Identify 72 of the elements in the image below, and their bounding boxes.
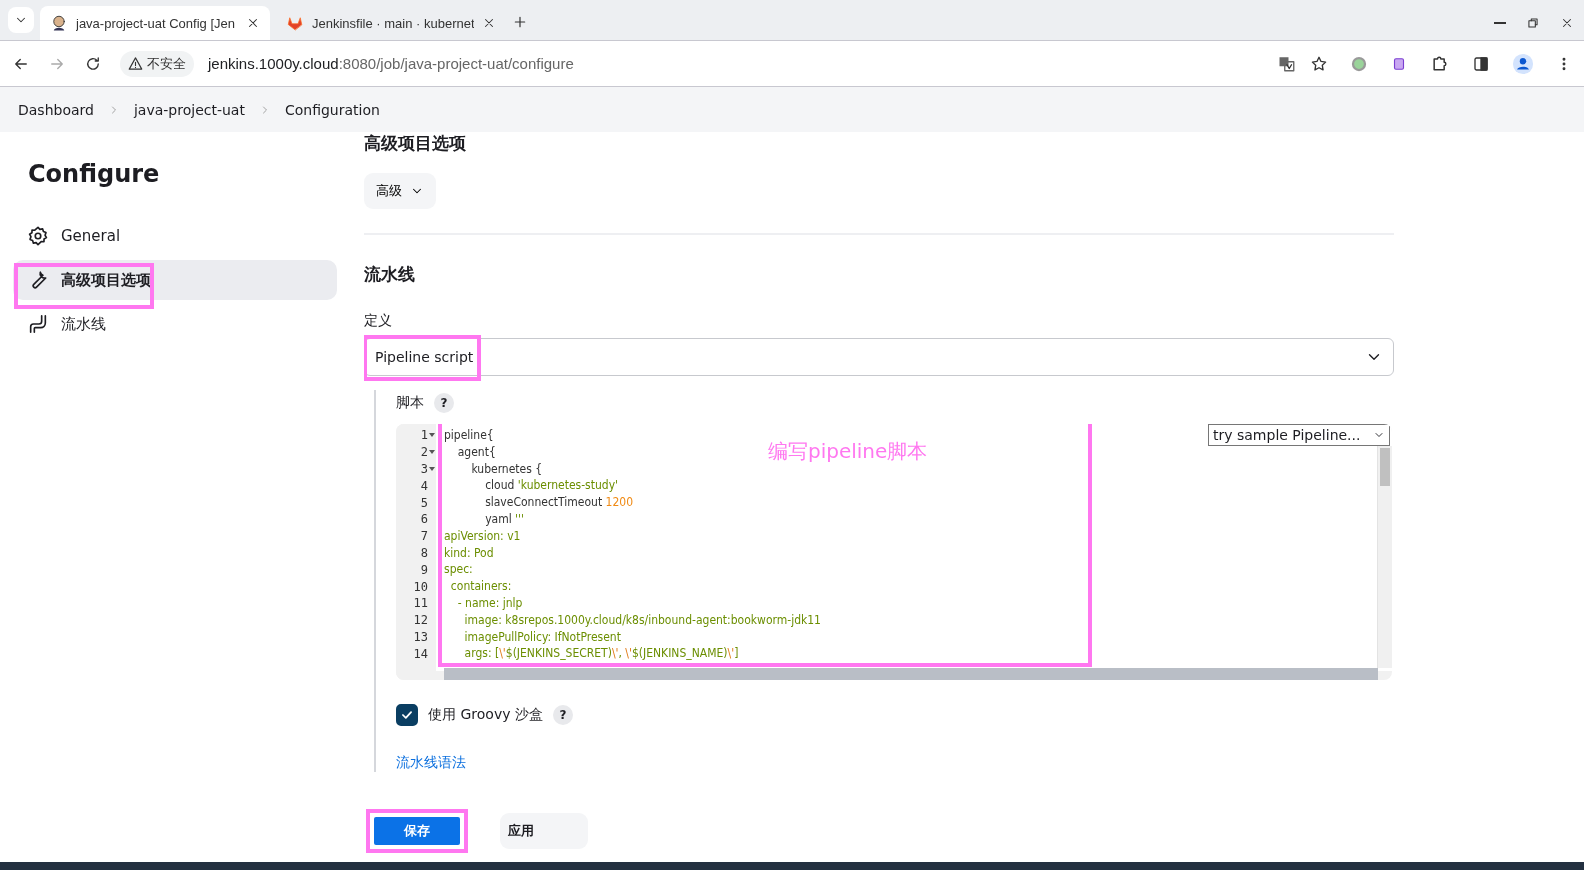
line-number: 2 [420,445,428,460]
close-icon [482,16,496,30]
close-icon [246,16,260,30]
code-line: imagePullPolicy: IfNotPresent [463,628,621,646]
browser-tab[interactable]: Jenkinsfile · main · kubernet [276,6,506,40]
line-number: 5 [420,495,428,510]
close-icon [1560,16,1574,30]
code-line: apiVersion: v1 [444,527,521,545]
side-panel-icon [1472,54,1490,73]
pipe-icon [27,313,49,335]
star-icon [1310,54,1328,73]
annotation-text: 编写pipeline脚本 [768,438,928,465]
translate-icon [1278,54,1296,73]
field-label: 定义 [364,312,393,330]
page-title: Configure [28,160,161,188]
apply-button[interactable]: 应用 [500,813,588,849]
save-button[interactable]: 保存 [374,817,460,845]
line-number: 7 [420,529,428,544]
scrollbar[interactable] [444,668,1378,680]
code-line: kubernetes { [470,460,543,478]
checkbox[interactable] [396,704,418,726]
profile-icon [1512,52,1534,75]
help-button[interactable]: ? [434,393,454,413]
line-number: 8 [420,545,428,560]
code-line: cloud 'kubernetes-study' [484,477,619,495]
check-icon [400,708,414,722]
new-tab-icon [512,14,528,30]
line-number: 3 [420,462,428,476]
line-number: 4 [420,478,428,493]
fox-icon [286,14,304,32]
help-button[interactable]: ? [552,705,573,725]
line-number: 13 [413,629,428,644]
line-number: 1 [420,428,428,443]
line-number: 12 [413,613,428,628]
code-line: image: k8srepos.1000y.cloud/k8s/inbound-agent:bookworm-jdk11 [463,611,821,629]
breadcrumb-link[interactable]: Configuration [284,101,380,118]
code-line: args: [\'$(JENKINS_SECRET)\', \'$(JENKINS_NAME)\'] [463,645,739,663]
code-line: agent{ [456,443,496,461]
advanced-button[interactable]: 高级 [364,173,436,209]
line-number: 11 [413,596,428,611]
section-heading: 高级项目选项 [364,132,467,155]
sample-select[interactable]: try sample Pipeline... [1208,424,1390,446]
section-heading: 流水线 [364,263,416,286]
butler-icon [50,14,68,32]
line-number: 10 [413,579,428,594]
code-line: yaml ''' [484,511,524,528]
code-line: - name: jnlp [456,594,523,612]
scrollbar[interactable] [1377,446,1392,668]
tab-search-button[interactable] [8,7,34,33]
extension-icon [1350,54,1368,73]
settings-icon [27,225,49,247]
breadcrumb-link[interactable]: java-project-uat [133,101,245,118]
code-line: containers: [449,578,512,595]
code-line: pipeline{ [444,427,494,444]
syntax-link[interactable]: 流水线语法 [396,754,466,772]
sidebar-item[interactable]: General [13,216,337,256]
line-number: 9 [420,562,428,577]
warning-icon [128,56,143,71]
breadcrumb-link[interactable]: Dashboard [18,101,94,118]
url-text: jenkins.1000y.cloud:8080/job/java-project-uat/configure [208,55,574,72]
code-line: spec: [444,561,473,579]
reload-icon [84,54,102,73]
line-number: 6 [420,512,428,527]
code-line: slaveConnectTimeout 1200 [484,494,633,511]
field-label: 脚本 [396,394,424,412]
checkbox-label: 使用 Groovy 沙盒 [428,706,543,724]
browser-tab[interactable]: java-project-uat Config [Jen [40,6,270,40]
sidebar-item[interactable]: 流水线 [13,304,337,344]
sidebar-item[interactable]: 高级项目选项 [13,260,337,300]
code-line: kind: Pod [444,544,494,562]
line-number: 14 [413,646,428,661]
restore-icon [1526,16,1540,30]
